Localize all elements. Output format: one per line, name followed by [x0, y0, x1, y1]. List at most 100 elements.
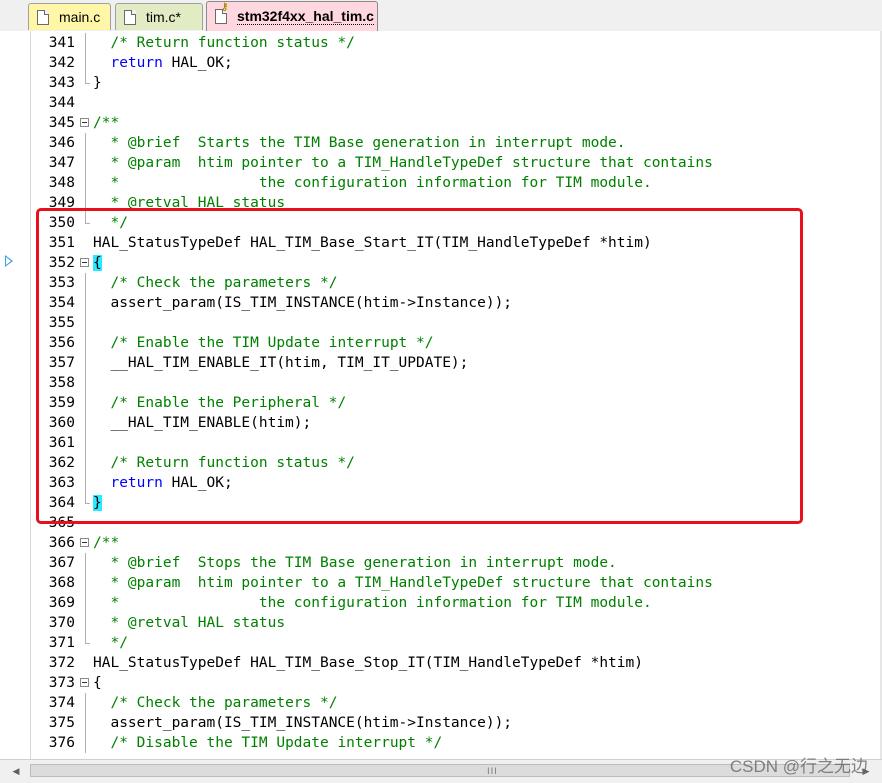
code-line[interactable]: 372 HAL_StatusTypeDef HAL_TIM_Base_Stop_I… [0, 653, 882, 673]
fold-guide [80, 693, 92, 713]
code-line[interactable]: 367 * @brief Stops the TIM Base generati… [0, 553, 882, 573]
code-text: * @brief Stops the TIM Base generation i… [93, 553, 616, 573]
code-line[interactable]: 354 assert_param(IS_TIM_INSTANCE(htim->I… [0, 293, 882, 313]
line-number: 346 [48, 135, 75, 151]
line-number: 376 [48, 735, 75, 751]
code-line[interactable]: 342 return HAL_OK; [0, 53, 882, 73]
code-comment: /* Return function status */ [110, 455, 355, 471]
code-line[interactable]: 355 [0, 313, 882, 333]
code-line[interactable]: 343} [0, 73, 882, 93]
code-text: * @retval HAL status [93, 193, 285, 213]
code-line[interactable]: 369 * the configuration information for … [0, 593, 882, 613]
code-line[interactable]: 363 return HAL_OK; [0, 473, 882, 493]
code-text: /* Return function status */ [93, 33, 354, 53]
code-line[interactable]: 374 /* Check the parameters */ [0, 693, 882, 713]
fold-collapse-icon[interactable] [80, 253, 92, 273]
code-text: */ [93, 633, 128, 653]
line-number: 354 [48, 295, 75, 311]
line-number: 345 [48, 115, 75, 131]
code-comment: /* Enable the Peripheral */ [110, 395, 347, 411]
code-line[interactable]: 351 HAL_StatusTypeDef HAL_TIM_Base_Start_… [0, 233, 882, 253]
line-number: 368 [48, 575, 75, 591]
code-comment: /** [93, 535, 120, 551]
code-text: /** [93, 533, 119, 553]
code-line[interactable]: 356 /* Enable the TIM Update interrupt *… [0, 333, 882, 353]
code-line[interactable]: 361 [0, 433, 882, 453]
code-line[interactable]: 364} [0, 493, 882, 513]
fold-guide [80, 333, 92, 353]
tab-bar: main.c tim.c* ⚷ stm32f4xx_hal_tim.c [0, 0, 882, 32]
code-lines: 341 /* Return function status */342 retu… [0, 33, 882, 753]
code-comment: * @retval HAL status [93, 615, 286, 631]
code-line[interactable]: 362 /* Return function status */ [0, 453, 882, 473]
line-number: 352 [48, 255, 75, 271]
tab-label: stm32f4xx_hal_tim.c [237, 8, 374, 25]
fold-guide [80, 493, 92, 513]
code-line[interactable]: 346 * @brief Starts the TIM Base generat… [0, 133, 882, 153]
line-number: 357 [48, 355, 75, 371]
line-number: 370 [48, 615, 75, 631]
code-token: assert_param(IS_TIM_INSTANCE(htim->Insta… [93, 715, 513, 731]
code-line[interactable]: 368 * @param htim pointer to a TIM_Handl… [0, 573, 882, 593]
code-line[interactable]: 344 [0, 93, 882, 113]
tab-main-c[interactable]: main.c [28, 3, 111, 30]
fold-guide [80, 553, 92, 573]
code-line[interactable]: 347 * @param htim pointer to a TIM_Handl… [0, 153, 882, 173]
code-line[interactable]: 341 /* Return function status */ [0, 33, 882, 53]
code-line[interactable]: 360 __HAL_TIM_ENABLE(htim); [0, 413, 882, 433]
code-token: HAL_OK; [162, 475, 233, 491]
fold-collapse-icon[interactable] [80, 673, 92, 693]
fold-guide [80, 213, 92, 233]
code-line[interactable]: 371 */ [0, 633, 882, 653]
code-line[interactable]: 358 [0, 373, 882, 393]
code-text: __HAL_TIM_ENABLE_IT(htim, TIM_IT_UPDATE)… [93, 353, 468, 373]
tab-stm32f4xx-hal-tim-c[interactable]: ⚷ stm32f4xx_hal_tim.c [206, 1, 378, 31]
code-text: /** [93, 113, 119, 133]
line-number: 366 [48, 535, 75, 551]
code-comment: /* Check the parameters */ [110, 275, 338, 291]
code-line[interactable]: 366 /** [0, 533, 882, 553]
fold-collapse-icon[interactable] [80, 533, 92, 553]
code-editor[interactable]: 341 /* Return function status */342 retu… [0, 31, 882, 759]
code-text: { [93, 673, 102, 693]
line-number: 353 [48, 275, 75, 291]
fold-guide [80, 413, 92, 433]
code-text: */ [93, 213, 128, 233]
fold-guide [80, 593, 92, 613]
code-line[interactable]: 353 /* Check the parameters */ [0, 273, 882, 293]
fold-guide [80, 153, 92, 173]
code-line[interactable]: 373 { [0, 673, 882, 693]
tab-tim-c[interactable]: tim.c* [115, 3, 203, 30]
line-number: 364 [48, 495, 75, 511]
fold-collapse-icon[interactable] [80, 113, 92, 133]
fold-guide [80, 173, 92, 193]
scroll-left-icon[interactable]: ◀ [9, 764, 23, 780]
code-comment: * @brief Starts the TIM Base generation … [93, 135, 626, 151]
tab-label: main.c [59, 9, 101, 25]
line-number: 362 [48, 455, 75, 471]
fold-guide [80, 633, 92, 653]
code-line[interactable]: 376 /* Disable the TIM Update interrupt … [0, 733, 882, 753]
line-number: 348 [48, 175, 75, 191]
code-line[interactable]: 365 [0, 513, 882, 533]
code-line[interactable]: 349 * @retval HAL status [0, 193, 882, 213]
fold-guide [80, 433, 92, 453]
code-line[interactable]: 345 /** [0, 113, 882, 133]
code-line[interactable]: 375 assert_param(IS_TIM_INSTANCE(htim->I… [0, 713, 882, 733]
code-comment: */ [93, 635, 128, 651]
line-number: 365 [48, 515, 75, 531]
code-line[interactable]: 370 * @retval HAL status [0, 613, 882, 633]
code-line[interactable]: 357 __HAL_TIM_ENABLE_IT(htim, TIM_IT_UPD… [0, 353, 882, 373]
line-number: 375 [48, 715, 75, 731]
line-number: 343 [48, 75, 75, 91]
code-line[interactable]: 348 * the configuration information for … [0, 173, 882, 193]
code-line[interactable]: 352 { [0, 253, 882, 273]
scroll-thumb[interactable]: III [30, 764, 850, 777]
code-line[interactable]: 350 */ [0, 213, 882, 233]
line-number: 351 [48, 235, 75, 251]
code-text: * @brief Starts the TIM Base generation … [93, 133, 626, 153]
code-line[interactable]: 359 /* Enable the Peripheral */ [0, 393, 882, 413]
code-comment: */ [93, 215, 128, 231]
line-number: 347 [48, 155, 75, 171]
